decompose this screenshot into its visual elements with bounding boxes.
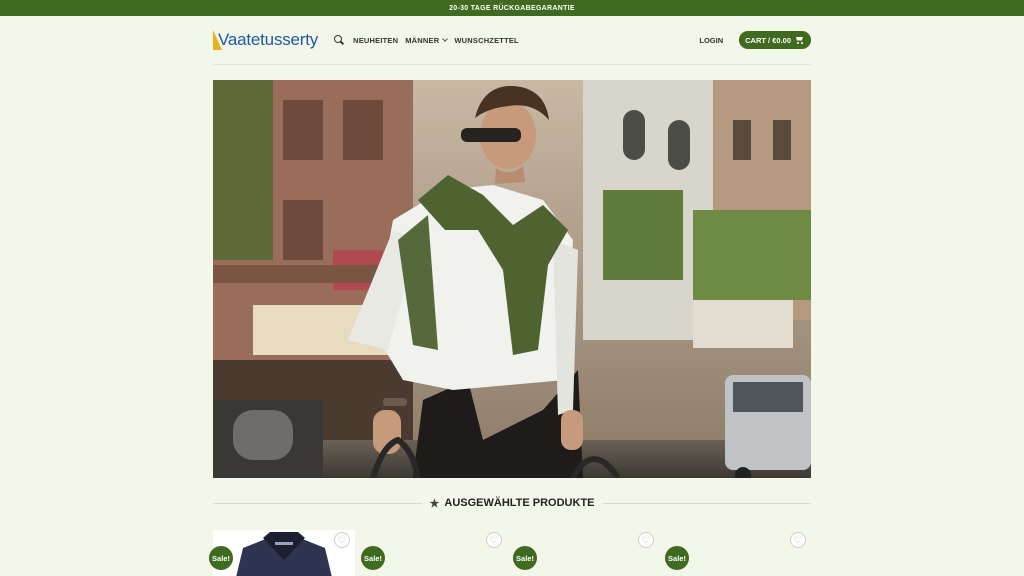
chevron-down-icon [442,35,449,42]
wishlist-heart-icon[interactable]: ♡ [790,532,806,548]
hero-photo [213,80,811,478]
header-actions: LOGIN CART / €0.00 [699,31,811,49]
header-divider [213,64,811,65]
product-card[interactable]: ♡ Sale! [513,530,659,576]
product-card[interactable]: ♡ Sale! [665,530,811,576]
nav-item-label: NEUHEITEN [353,35,399,45]
nav-item-maenner[interactable]: MÄNNER [405,35,449,45]
announcement-bar: 20-30 TAGE RÜCKGABEGARANTIE [0,0,1024,16]
cart-button[interactable]: CART / €0.00 [739,31,811,49]
wishlist-heart-icon[interactable]: ♡ [486,532,502,548]
star-icon: ★ [429,497,440,510]
product-grid: ♡ Sale! ♡ Sale! ♡ Sale! ♡ Sale! [209,530,811,576]
login-link[interactable]: LOGIN [699,36,723,45]
product-card[interactable]: ♡ Sale! [361,530,507,576]
cart-label: CART / €0.00 [745,35,791,45]
section-title: AUSGEWÄHLTE PRODUKTE [444,497,595,509]
sale-badge: Sale! [209,546,233,570]
featured-products-heading: ★ AUSGEWÄHLTE PRODUKTE [213,494,812,512]
wishlist-heart-icon[interactable]: ♡ [638,532,654,548]
site-logo[interactable]: Vaatetusserty [213,28,318,52]
nav-item-neuheiten[interactable]: NEUHEITEN [353,36,398,45]
logo-text: Vaatetusserty [218,30,319,49]
product-card[interactable]: ♡ Sale! [209,530,355,576]
heading-label-wrap: ★ AUSGEWÄHLTE PRODUKTE [422,497,603,510]
cart-icon [795,37,804,44]
announcement-text: 20-30 TAGE RÜCKGABEGARANTIE [449,4,575,12]
search-icon[interactable] [334,35,344,45]
sale-badge: Sale! [513,546,537,570]
nav-item-label: MÄNNER [405,35,440,45]
main-nav: NEUHEITEN MÄNNER WUNSCHZETTEL [334,35,519,45]
site-header: Vaatetusserty NEUHEITEN MÄNNER WUNSCHZET… [213,24,811,56]
hero-banner-image[interactable] [213,80,811,478]
heading-divider-right [602,502,812,504]
nav-item-label: WUNSCHZETTEL [454,35,519,45]
heading-divider-left [213,502,422,504]
nav-item-wunschzettel[interactable]: WUNSCHZETTEL [454,36,518,45]
wishlist-heart-icon[interactable]: ♡ [334,532,350,548]
sale-badge: Sale! [665,546,689,570]
sale-badge: Sale! [361,546,385,570]
